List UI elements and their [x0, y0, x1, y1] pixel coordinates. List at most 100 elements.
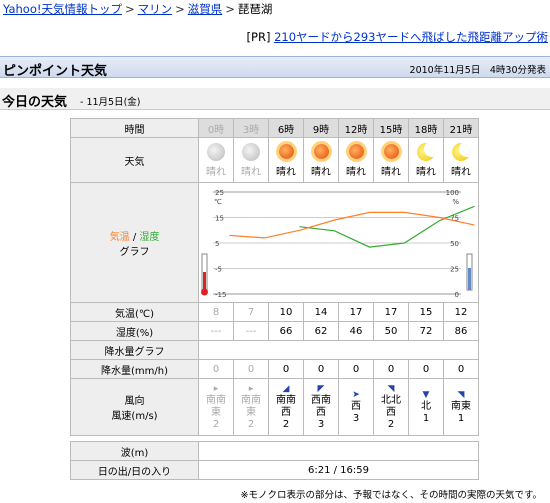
temp-cell: 12: [443, 302, 479, 322]
wind-direction: 南南 西: [276, 394, 296, 418]
precip-graph-row: 降水量グラフ: [70, 340, 479, 360]
today-header: 今日の天気 - 11月5日(金): [0, 88, 550, 110]
wind-arrow-icon: ◤: [317, 383, 325, 394]
temp-cell: 15: [408, 302, 444, 322]
humidity-tick-label: 50: [450, 240, 459, 248]
thermometer-fill: [203, 271, 206, 290]
wind-cell: ➤ 西 3: [338, 378, 374, 436]
humidity-cell: 46: [338, 321, 374, 341]
weather-cell: 晴れ: [233, 137, 269, 183]
ad-link[interactable]: 210ヤードから293ヤードへ飛ばした飛距離アップ術: [274, 30, 548, 44]
wind-arrow-icon: ▼: [422, 389, 430, 400]
humidity-tick-label: 100: [446, 189, 459, 197]
temp-tick-label: 15: [215, 214, 224, 222]
wind-direction: 西南 西: [311, 394, 331, 418]
precip-cell: 0: [233, 359, 269, 379]
humidity-label: 湿度(%): [70, 321, 199, 341]
humidity-cell: ---: [198, 321, 234, 341]
temperature-series-line: [229, 211, 475, 239]
precip-label: 降水量(mm/h): [70, 359, 199, 379]
wind-arrow-icon: ◥: [457, 389, 465, 400]
weather-cell: 晴れ: [408, 137, 444, 183]
temp-cell: 7: [233, 302, 269, 322]
wind-cell: ▸ 南南 東2: [198, 378, 234, 436]
breadcrumb-link-shiga[interactable]: 滋賀県: [188, 2, 223, 16]
wind-row: 風向 風速(m/s) ▸ 南南 東2 ▸ 南南 東2 ◢ 南南 西2 ◤ 西南 西3 ➤…: [70, 378, 479, 436]
published-time: 2010年11月5日 4時30分発表: [409, 65, 546, 76]
humidity-cell: 62: [303, 321, 339, 341]
breadcrumb-separator: >: [225, 2, 235, 16]
wind-direction: 北: [421, 400, 431, 412]
moon-icon: [452, 142, 470, 161]
time-cell: 21時: [443, 118, 479, 138]
wind-speed: 2: [212, 418, 220, 430]
wind-arrow-icon: ◥: [387, 383, 395, 394]
humidity-tick-label: 25: [450, 265, 459, 273]
graph-ticks: 25 10015 755 50-5 25-15 0℃%: [214, 189, 459, 299]
humidity-cell: 72: [408, 321, 444, 341]
sun-icon: [383, 144, 399, 159]
wind-arrow-icon: ➤: [352, 389, 360, 400]
weather-text: 晴れ: [416, 166, 436, 178]
temp-cell: 17: [338, 302, 374, 322]
extra-info-table: 波(m) 日の出/日の入り 6:21 / 16:59: [70, 441, 479, 480]
thermometer-bulb: [201, 288, 208, 295]
wind-arrow-icon: ▸: [213, 383, 219, 394]
breadcrumb-link-yahoo-weather[interactable]: Yahoo!天気情報トップ: [3, 2, 122, 16]
humidity-row: 湿度(%) --- --- 66 62 46 50 72 86: [70, 321, 479, 341]
humidity-gauge-fill: [468, 267, 471, 290]
breadcrumb-link-marine[interactable]: マリン: [138, 2, 173, 16]
temp-cell: 10: [268, 302, 304, 322]
precip-row: 降水量(mm/h) 0 0 0 0 0 0 0 0: [70, 359, 479, 379]
wind-speed: 2: [282, 418, 290, 430]
breadcrumb: Yahoo!天気情報トップ > マリン > 滋賀県 > 琵琶湖: [3, 1, 272, 17]
graph-label-word: グラフ: [119, 246, 150, 258]
time-cell: 9時: [303, 118, 339, 138]
wind-label-direction: 風向: [124, 396, 145, 407]
wind-speed: 2: [247, 418, 255, 430]
moon-gray-icon: [207, 142, 225, 161]
humidity-cell: 66: [268, 321, 304, 341]
wind-label-speed: 風速(m/s): [111, 411, 158, 422]
breadcrumb-separator: >: [175, 2, 185, 16]
precip-cell: 0: [303, 359, 339, 379]
weather-cell: 晴れ: [338, 137, 374, 183]
wind-cell: ▼ 北 1: [408, 378, 444, 436]
wind-direction: 北北 西: [381, 394, 401, 418]
weather-text: 晴れ: [206, 166, 226, 178]
graph-label-slash: /: [132, 231, 137, 243]
temp-humidity-graph: 25 10015 755 50-5 25-15 0℃%: [201, 189, 475, 299]
breadcrumb-current: 琵琶湖: [237, 2, 273, 16]
temp-label: 気温(℃): [70, 302, 199, 322]
graph-gridlines: [213, 216, 461, 269]
wind-label: 風向 風速(m/s): [70, 378, 199, 436]
moon-gray-icon: [242, 142, 260, 161]
weather-text: 晴れ: [276, 167, 296, 178]
forecast-table: 時間 0時 3時 6時 9時 12時 15時 18時 21時 天気 晴れ 晴れ …: [70, 118, 479, 436]
time-cell: 6時: [268, 118, 304, 138]
weather-row: 天気 晴れ 晴れ 晴れ 晴れ 晴れ 晴れ 晴れ 晴れ: [70, 137, 479, 183]
graph-label: 気温 / 湿度 グラフ: [70, 182, 199, 303]
humidity-unit-label: %: [452, 198, 459, 206]
weather-label: 天気: [70, 137, 199, 183]
wind-cell: ▸ 南南 東2: [233, 378, 269, 436]
breadcrumb-separator: >: [124, 2, 135, 16]
wind-cell: ◥ 北北 西2: [373, 378, 409, 436]
time-row: 時間 0時 3時 6時 9時 12時 15時 18時 21時: [70, 118, 479, 138]
weather-cell: 晴れ: [373, 137, 409, 183]
time-cell: 18時: [408, 118, 444, 138]
temp-tick-label: 5: [215, 240, 219, 248]
sun-icon: [278, 144, 294, 159]
weather-cell: 晴れ: [303, 137, 339, 183]
temp-cell: 14: [303, 302, 339, 322]
ad-prefix: [PR]: [246, 30, 271, 44]
weather-text: 晴れ: [451, 166, 471, 178]
wind-direction: 西: [351, 400, 361, 412]
humidity-cell: 50: [373, 321, 409, 341]
precip-cell: 0: [408, 359, 444, 379]
weather-text: 晴れ: [381, 167, 401, 178]
today-date: - 11月5日(金): [80, 97, 141, 108]
graph-label-humidity: 湿度: [139, 231, 160, 243]
wind-speed: 3: [317, 418, 325, 430]
section-title: ピンポイント天気: [3, 64, 108, 79]
